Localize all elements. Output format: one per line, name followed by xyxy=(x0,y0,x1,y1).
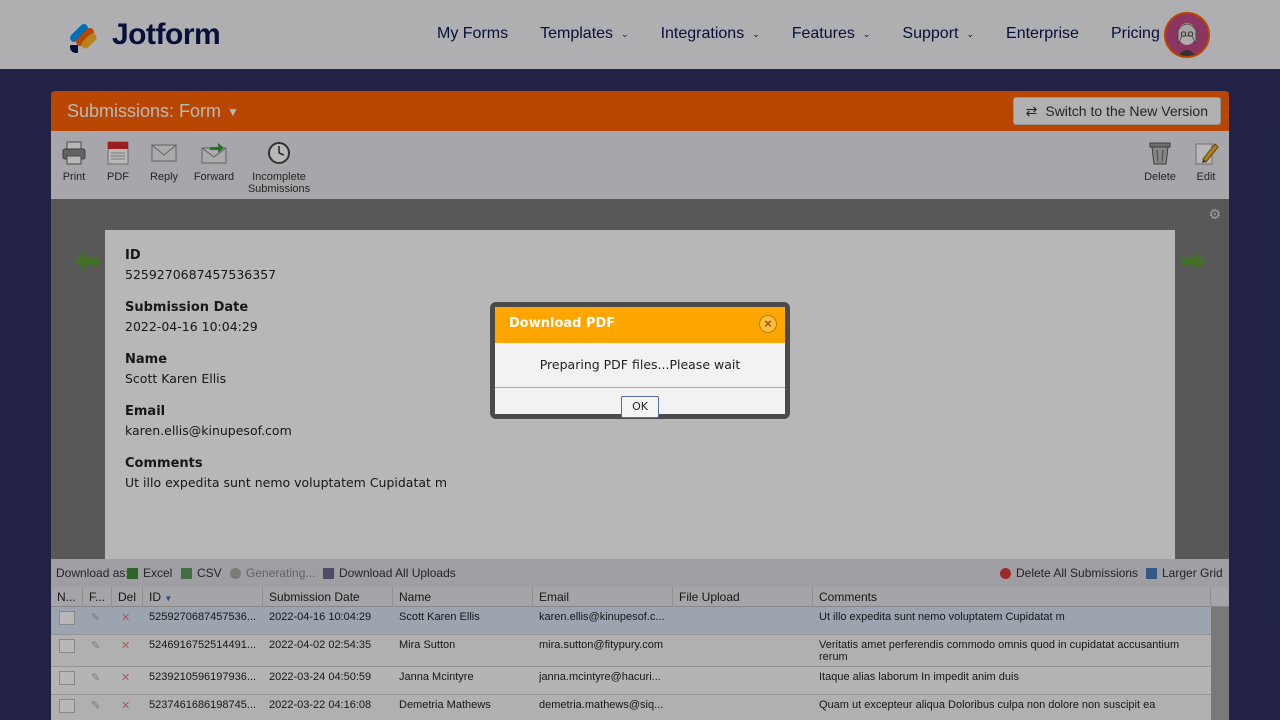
dialog-message: Preparing PDF files...Please wait xyxy=(539,357,741,372)
dialog-body: Download PDF × Preparing PDF files...Ple… xyxy=(495,307,785,418)
dialog-header: Download PDF × xyxy=(495,307,785,343)
close-icon[interactable]: × xyxy=(759,315,777,333)
dialog-title: Download PDF xyxy=(509,316,616,331)
dialog-divider xyxy=(495,387,785,388)
download-pdf-dialog: Download PDF × Preparing PDF files...Ple… xyxy=(490,302,790,419)
ok-button[interactable]: OK xyxy=(621,396,659,418)
